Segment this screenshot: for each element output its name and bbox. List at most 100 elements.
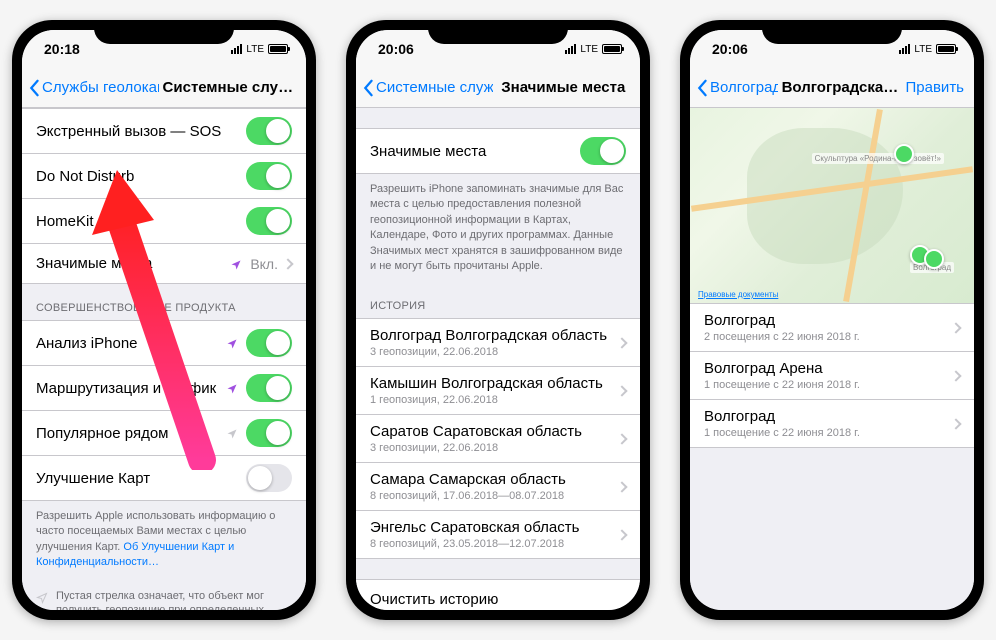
- legend: Пустая стрелка означает, что объект мог …: [22, 579, 306, 610]
- screen-significant-locations: 20:06 LTE Системные службы Значимые мест…: [356, 30, 640, 610]
- content[interactable]: Экстренный вызов — SOS Do Not Disturb Ho…: [22, 108, 306, 610]
- toggle-significant-locations[interactable]: [580, 137, 626, 165]
- signal-icon: [565, 44, 576, 54]
- screen-location-detail: 20:06 LTE Волгоград Волгоградская о… Пра…: [690, 30, 974, 610]
- place-sub: 1 посещение с 22 июня 2018 г.: [704, 427, 952, 439]
- back-button[interactable]: Службы геолокации: [28, 79, 159, 97]
- notch: [428, 20, 568, 44]
- status-right: LTE: [899, 44, 956, 55]
- location-arrow-icon: [226, 337, 238, 349]
- content[interactable]: Значимые места Разрешить iPhone запомина…: [356, 108, 640, 610]
- row-homekit[interactable]: HomeKit: [22, 199, 306, 244]
- phone-2: 20:06 LTE Системные службы Значимые мест…: [346, 20, 650, 620]
- content[interactable]: Скульптура «Родина-мать зовёт!» Волгогра…: [690, 108, 974, 610]
- cell-label: HomeKit: [36, 213, 246, 230]
- back-button[interactable]: Волгоград: [696, 79, 778, 97]
- nav-bar: Службы геолокации Системные службы: [22, 68, 306, 108]
- location-arrow-icon: [226, 382, 238, 394]
- row-sos[interactable]: Экстренный вызов — SOS: [22, 108, 306, 154]
- nav-title: Волгоградская о…: [778, 79, 906, 96]
- history-title: Камышин Волгоградская область: [370, 375, 618, 392]
- chevron-right-icon: [950, 370, 961, 381]
- toggle-dnd[interactable]: [246, 162, 292, 190]
- toggle-homekit[interactable]: [246, 207, 292, 235]
- location-arrow-icon: [230, 258, 242, 270]
- chevron-right-icon: [616, 433, 627, 444]
- chevron-right-icon: [282, 258, 293, 269]
- chevron-right-icon: [616, 481, 627, 492]
- chevron-left-icon: [696, 79, 708, 97]
- status-right: LTE: [565, 44, 622, 55]
- row-routing-traffic[interactable]: Маршрутизация и трафик: [22, 366, 306, 411]
- history-title: Саратов Саратовская область: [370, 423, 618, 440]
- history-row[interactable]: Самара Самарская область 8 геопозиций, 1…: [356, 463, 640, 511]
- history-sub: 3 геопозиции, 22.06.2018: [370, 442, 618, 454]
- nav-title: Системные службы: [159, 79, 300, 96]
- cell-label: Анализ iPhone: [36, 335, 226, 352]
- history-sub: 8 геопозиций, 23.05.2018—12.07.2018: [370, 538, 618, 550]
- signal-icon: [231, 44, 242, 54]
- history-row[interactable]: Камышин Волгоградская область 1 геопозиц…: [356, 367, 640, 415]
- toggle-popular[interactable]: [246, 419, 292, 447]
- history-sub: 1 геопозиция, 22.06.2018: [370, 394, 618, 406]
- history-title: Самара Самарская область: [370, 471, 618, 488]
- notch: [762, 20, 902, 44]
- chevron-right-icon: [950, 322, 961, 333]
- map-poi-label: Скульптура «Родина-мать зовёт!»: [812, 153, 944, 164]
- section-header-history: ИСТОРИЯ: [356, 282, 640, 318]
- section-header-improvement: СОВЕРШЕНСТВОВАНИЕ ПРОДУКТА: [22, 284, 306, 320]
- footer-maps-info: Разрешить Apple использовать информацию …: [22, 501, 306, 579]
- cell-label: Популярное рядом: [36, 425, 226, 442]
- row-significant-locations-toggle[interactable]: Значимые места: [356, 128, 640, 174]
- phone-1: 20:18 LTE Службы геолокации Системные сл…: [12, 20, 316, 620]
- map-pin-icon[interactable]: [894, 144, 914, 164]
- history-row[interactable]: Саратов Саратовская область 3 геопозиции…: [356, 415, 640, 463]
- cell-label: Значимые места: [36, 255, 230, 272]
- nav-bar: Волгоград Волгоградская о… Править: [690, 68, 974, 108]
- cell-label: Экстренный вызов — SOS: [36, 123, 246, 140]
- notch: [94, 20, 234, 44]
- clear-history-button[interactable]: Очистить историю: [356, 579, 640, 610]
- cell-label: Do Not Disturb: [36, 168, 246, 185]
- place-title: Волгоград: [704, 312, 952, 329]
- battery-icon: [268, 44, 288, 54]
- location-arrow-icon: [226, 427, 238, 439]
- map-pin-icon[interactable]: [924, 249, 944, 269]
- row-significant-locations[interactable]: Значимые места Вкл.: [22, 244, 306, 284]
- map-view[interactable]: Скульптура «Родина-мать зовёт!» Волгогра…: [690, 108, 974, 304]
- toggle-analytics[interactable]: [246, 329, 292, 357]
- history-sub: 8 геопозиций, 17.06.2018—08.07.2018: [370, 490, 618, 502]
- signal-icon: [899, 44, 910, 54]
- place-sub: 2 посещения с 22 июня 2018 г.: [704, 331, 952, 343]
- history-row[interactable]: Волгоград Волгоградская область 3 геопоз…: [356, 318, 640, 367]
- history-title: Энгельс Саратовская область: [370, 519, 618, 536]
- back-label: Системные службы: [376, 79, 493, 96]
- place-title: Волгоград: [704, 408, 952, 425]
- description-text: Разрешить iPhone запоминать значимые для…: [356, 174, 640, 282]
- status-time: 20:06: [378, 41, 414, 57]
- history-row[interactable]: Энгельс Саратовская область 8 геопозиций…: [356, 511, 640, 559]
- row-iphone-analytics[interactable]: Анализ iPhone: [22, 320, 306, 366]
- cell-label: Улучшение Карт: [36, 470, 246, 487]
- network-label: LTE: [914, 44, 932, 55]
- row-popular-nearby[interactable]: Популярное рядом: [22, 411, 306, 456]
- row-improve-maps[interactable]: Улучшение Карт: [22, 456, 306, 501]
- battery-icon: [936, 44, 956, 54]
- phone-3: 20:06 LTE Волгоград Волгоградская о… Пра…: [680, 20, 984, 620]
- row-dnd[interactable]: Do Not Disturb: [22, 154, 306, 199]
- nav-bar: Системные службы Значимые места: [356, 68, 640, 108]
- place-row[interactable]: Волгоград Арена 1 посещение с 22 июня 20…: [690, 352, 974, 400]
- legend-text: Пустая стрелка означает, что объект мог …: [56, 589, 292, 610]
- chevron-left-icon: [362, 79, 374, 97]
- place-row[interactable]: Волгоград 1 посещение с 22 июня 2018 г.: [690, 400, 974, 448]
- edit-button[interactable]: Править: [906, 79, 969, 96]
- toggle-routing[interactable]: [246, 374, 292, 402]
- chevron-right-icon: [616, 385, 627, 396]
- back-button[interactable]: Системные службы: [362, 79, 493, 97]
- nav-title: Значимые места: [493, 79, 634, 96]
- location-arrow-outline-icon: [36, 591, 48, 603]
- place-row[interactable]: Волгоград 2 посещения с 22 июня 2018 г.: [690, 304, 974, 352]
- toggle-maps[interactable]: [246, 464, 292, 492]
- toggle-sos[interactable]: [246, 117, 292, 145]
- map-legal-link[interactable]: Правовые документы: [698, 290, 778, 299]
